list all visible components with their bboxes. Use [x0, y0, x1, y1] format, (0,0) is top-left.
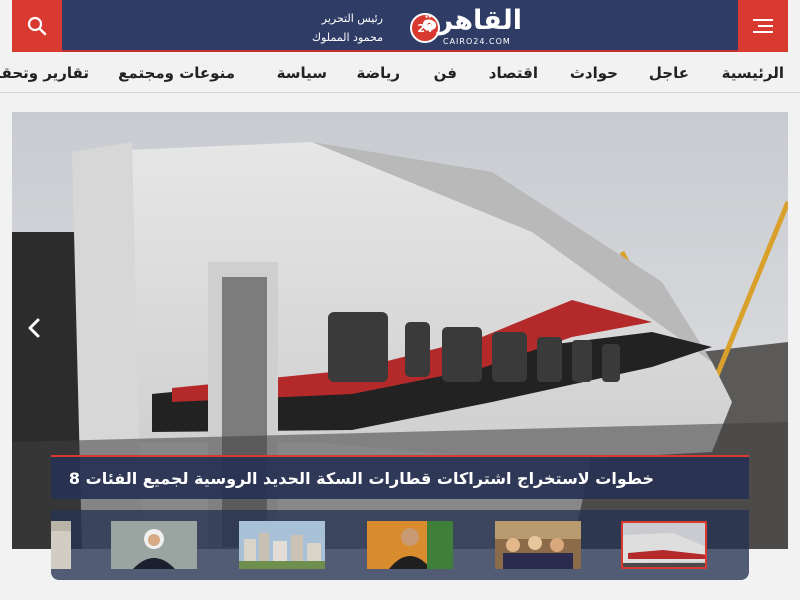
nav-reports[interactable]: تقارير وتحقيقات — [0, 64, 89, 82]
thumbnail-partial[interactable] — [51, 521, 71, 569]
train-thumbnail-image — [623, 523, 705, 567]
nav-sports[interactable]: رياضة — [357, 64, 401, 82]
city-thumbnail-image — [239, 521, 325, 569]
menu-button[interactable] — [738, 0, 788, 52]
hero-headline[interactable]: 8 خطوات لاستخراج اشتراكات قطارات السكة ا… — [51, 455, 749, 499]
search-button[interactable] — [12, 0, 62, 52]
nav-accidents[interactable]: حوادث — [570, 64, 618, 82]
thumbnail-train[interactable] — [621, 521, 707, 569]
nav-misc-society[interactable]: منوعات ومجتمع — [118, 64, 235, 82]
thumbnail-city[interactable] — [239, 521, 325, 569]
thumbnail-woman[interactable] — [111, 521, 197, 569]
man-thumbnail-image — [367, 521, 453, 569]
nav-economy[interactable]: اقتصاد — [489, 64, 538, 82]
thumbnail-man[interactable] — [367, 521, 453, 569]
slider-prev-button[interactable] — [22, 316, 46, 340]
editor-credit: رئيس التحرير محمود المملوك — [312, 9, 383, 47]
meeting-thumbnail-image — [495, 521, 581, 569]
site-header: رئيس التحرير محمود المملوك 24 القاهرة CA… — [12, 0, 788, 52]
chevron-left-icon — [28, 318, 40, 338]
logo-domain: CAIRO24.COM — [443, 37, 511, 46]
partial-thumbnail-image — [51, 521, 71, 569]
nav-art[interactable]: فن — [434, 64, 457, 82]
thumbnail-meeting[interactable] — [495, 521, 581, 569]
nav-home[interactable]: الرئيسية — [722, 64, 784, 82]
thumbnail-strip — [51, 510, 749, 580]
woman-thumbnail-image — [111, 521, 197, 569]
nav-politics[interactable]: سياسة — [277, 64, 327, 82]
nav-breaking[interactable]: عاجل — [649, 64, 689, 82]
logo-text: القاهرة — [421, 5, 522, 36]
editor-title: رئيس التحرير — [321, 12, 383, 25]
editor-name: محمود المملوك — [312, 31, 383, 44]
site-logo[interactable]: 24 القاهرة CAIRO24.COM — [410, 6, 522, 46]
search-icon — [27, 16, 47, 36]
main-navigation: الرئيسية عاجل حوادث اقتصاد فن رياضة سياس… — [0, 52, 800, 93]
menu-icon — [753, 19, 773, 33]
